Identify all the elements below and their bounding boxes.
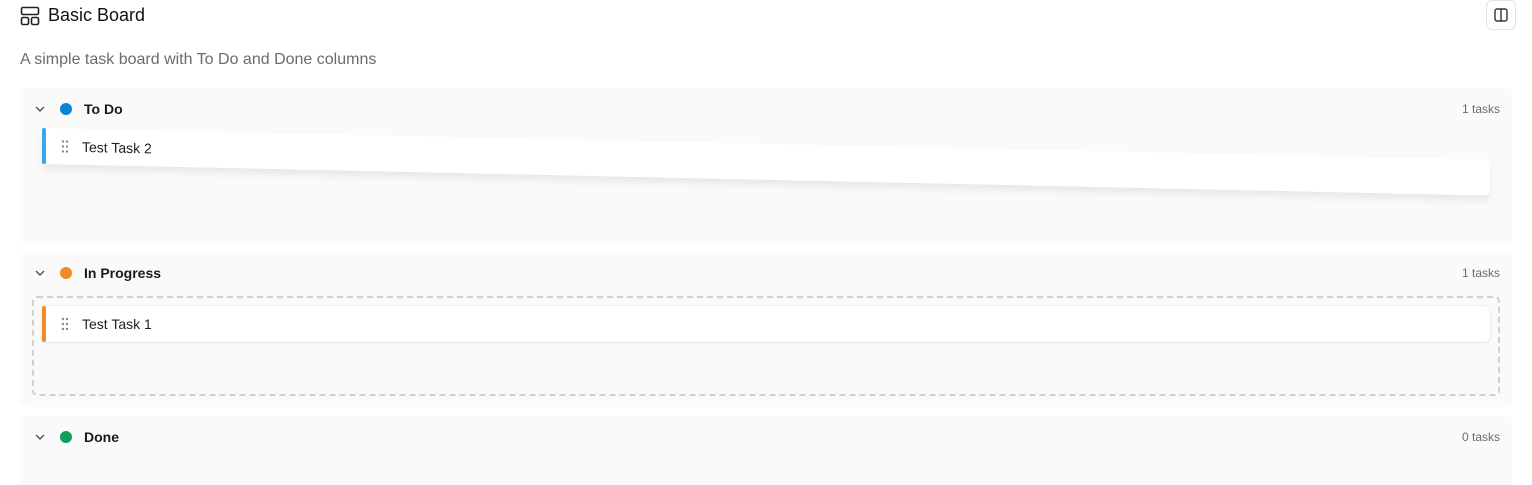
- drag-handle-icon[interactable]: [60, 317, 70, 331]
- task-title: Test Task 2: [82, 138, 152, 157]
- task-title: Test Task 1: [82, 316, 152, 332]
- column-header[interactable]: To Do 1 tasks: [20, 88, 1512, 132]
- chevron-down-icon[interactable]: [34, 103, 46, 115]
- chevron-down-icon[interactable]: [34, 431, 46, 443]
- task-count: 0 tasks: [1461, 430, 1500, 444]
- chevron-down-icon[interactable]: [34, 267, 46, 279]
- board-page: Basic Board A simple task board with To …: [0, 0, 1532, 485]
- column-in-progress: In Progress 1 tasks Test Task 1: [20, 252, 1512, 407]
- column-header[interactable]: Done 0 tasks: [20, 416, 1512, 460]
- task-card[interactable]: Test Task 1: [42, 306, 1490, 342]
- board-header: Basic Board: [20, 0, 1516, 32]
- board-layout-icon: [20, 6, 40, 26]
- task-count: 1 tasks: [1461, 102, 1500, 116]
- status-dot: [60, 103, 72, 115]
- split-view-icon: [1494, 8, 1508, 22]
- column-done: Done 0 tasks: [20, 416, 1512, 485]
- column-title: To Do: [84, 101, 123, 117]
- page-title: Basic Board: [48, 5, 146, 25]
- board-description: A simple task board with To Do and Done …: [20, 51, 377, 68]
- column-todo: To Do 1 tasks Test Task 2: [20, 88, 1512, 243]
- task-card[interactable]: Test Task 2: [42, 128, 1490, 196]
- task-accent-bar: [42, 128, 46, 165]
- split-view-toggle-button[interactable]: [1486, 0, 1516, 30]
- column-header[interactable]: In Progress 1 tasks: [20, 252, 1512, 296]
- status-dot: [60, 431, 72, 443]
- drag-handle-icon[interactable]: [60, 139, 70, 153]
- status-dot: [60, 267, 72, 279]
- task-accent-bar: [42, 306, 46, 342]
- task-count: 1 tasks: [1461, 266, 1500, 280]
- column-title: In Progress: [84, 265, 162, 281]
- column-title: Done: [84, 429, 119, 445]
